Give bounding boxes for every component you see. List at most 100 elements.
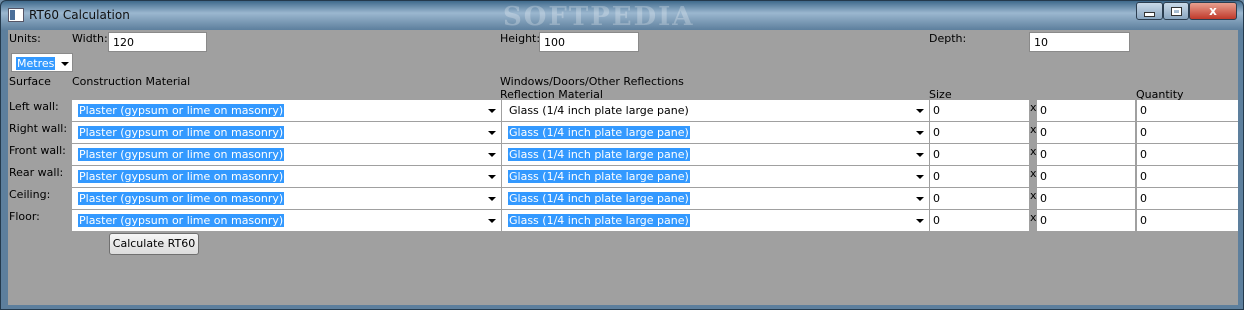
reflection-material-value: Glass (1/4 inch plate large pane) — [508, 126, 690, 139]
surface-label: Left wall: — [9, 100, 59, 113]
reflection-material-value: Glass (1/4 inch plate large pane) — [509, 104, 689, 117]
size-height-input[interactable]: 0 — [1037, 188, 1135, 209]
construction-material-select[interactable]: Plaster (gypsum or lime on masonry) — [72, 166, 501, 187]
height-label: Height: — [500, 32, 541, 45]
quantity-input[interactable]: 0 — [1137, 166, 1238, 187]
construction-material-select[interactable]: Plaster (gypsum or lime on masonry) — [72, 100, 501, 121]
reflection-material-select[interactable]: Glass (1/4 inch plate large pane) — [502, 188, 929, 209]
chevron-down-icon — [916, 219, 924, 223]
size-width-value: 0 — [933, 214, 940, 227]
surface-label: Floor: — [9, 210, 40, 223]
close-button[interactable]: x — [1189, 2, 1237, 20]
app-icon — [8, 8, 24, 22]
times-symbol: x — [1030, 145, 1037, 158]
maximize-icon — [1170, 6, 1182, 16]
chevron-down-icon — [61, 62, 69, 66]
quantity-input[interactable]: 0 — [1137, 100, 1238, 121]
reflection-material-select[interactable]: Glass (1/4 inch plate large pane) — [502, 122, 929, 143]
chevron-down-icon — [488, 197, 496, 201]
chevron-down-icon — [916, 109, 924, 113]
windows-header: Windows/Doors/Other Reflections — [500, 75, 684, 88]
reflection-material-select[interactable]: Glass (1/4 inch plate large pane) — [502, 144, 929, 165]
size-width-input[interactable]: 0 — [930, 100, 1029, 121]
construction-material-value: Plaster (gypsum or lime on masonry) — [78, 126, 285, 139]
size-height-input[interactable]: 0 — [1037, 122, 1135, 143]
quantity-value: 0 — [1140, 170, 1147, 183]
calculate-button[interactable]: Calculate RT60 — [109, 233, 199, 255]
times-symbol: x — [1030, 189, 1037, 202]
size-height-value: 0 — [1040, 170, 1047, 183]
quantity-value: 0 — [1140, 104, 1147, 117]
size-height-value: 0 — [1040, 192, 1047, 205]
construction-material-value: Plaster (gypsum or lime on masonry) — [78, 148, 285, 161]
quantity-value: 0 — [1140, 214, 1147, 227]
size-height-value: 0 — [1040, 148, 1047, 161]
chevron-down-icon — [916, 175, 924, 179]
width-label: Width: — [72, 32, 108, 45]
depth-input[interactable]: 10 — [1029, 32, 1130, 52]
size-width-value: 0 — [933, 170, 940, 183]
size-height-value: 0 — [1040, 126, 1047, 139]
quantity-input[interactable]: 0 — [1137, 210, 1238, 231]
chevron-down-icon — [916, 153, 924, 157]
times-symbol: x — [1030, 123, 1037, 136]
surface-header: Surface — [9, 75, 51, 88]
quantity-input[interactable]: 0 — [1137, 188, 1238, 209]
construction-material-select[interactable]: Plaster (gypsum or lime on masonry) — [72, 122, 501, 143]
quantity-value: 0 — [1140, 148, 1147, 161]
close-icon: x — [1209, 4, 1217, 18]
quantity-input[interactable]: 0 — [1137, 144, 1238, 165]
width-input[interactable]: 120 — [108, 32, 207, 52]
size-height-input[interactable]: 0 — [1037, 144, 1135, 165]
reflection-material-value: Glass (1/4 inch plate large pane) — [508, 192, 690, 205]
surface-label: Ceiling: — [9, 188, 51, 201]
chevron-down-icon — [916, 197, 924, 201]
units-select[interactable]: Metres — [11, 53, 73, 72]
minimize-icon — [1144, 11, 1155, 17]
size-width-input[interactable]: 0 — [930, 166, 1029, 187]
minimize-button[interactable] — [1136, 2, 1163, 20]
surface-label: Rear wall: — [9, 166, 64, 179]
size-height-input[interactable]: 0 — [1037, 210, 1135, 231]
reflection-material-select[interactable]: Glass (1/4 inch plate large pane) — [502, 166, 929, 187]
surface-label: Right wall: — [9, 122, 68, 135]
size-width-input[interactable]: 0 — [930, 144, 1029, 165]
chevron-down-icon — [488, 175, 496, 179]
title-bar[interactable]: RT60 Calculation SOFTPEDIA x — [1, 1, 1243, 32]
construction-material-value: Plaster (gypsum or lime on masonry) — [78, 170, 285, 183]
construction-material-value: Plaster (gypsum or lime on masonry) — [78, 214, 285, 227]
size-width-value: 0 — [933, 104, 940, 117]
form-area: Units: Width: 120 Height: 100 Depth: 10 … — [8, 30, 1238, 305]
size-width-input[interactable]: 0 — [930, 122, 1029, 143]
size-width-input[interactable]: 0 — [930, 210, 1029, 231]
chevron-down-icon — [488, 109, 496, 113]
reflection-material-select[interactable]: Glass (1/4 inch plate large pane) — [502, 100, 929, 121]
depth-label: Depth: — [929, 32, 967, 45]
size-width-value: 0 — [933, 148, 940, 161]
size-height-input[interactable]: 0 — [1037, 166, 1135, 187]
size-width-value: 0 — [933, 192, 940, 205]
construction-material-value: Plaster (gypsum or lime on masonry) — [78, 192, 285, 205]
reflection-material-value: Glass (1/4 inch plate large pane) — [508, 170, 690, 183]
reflection-material-select[interactable]: Glass (1/4 inch plate large pane) — [502, 210, 929, 231]
height-input[interactable]: 100 — [539, 32, 639, 52]
units-label: Units: — [9, 32, 41, 45]
size-height-input[interactable]: 0 — [1037, 100, 1135, 121]
quantity-input[interactable]: 0 — [1137, 122, 1238, 143]
size-width-value: 0 — [933, 126, 940, 139]
maximize-button[interactable] — [1163, 2, 1189, 20]
watermark: SOFTPEDIA — [503, 2, 695, 32]
chevron-down-icon — [488, 153, 496, 157]
surface-label: Front wall: — [9, 144, 66, 157]
quantity-value: 0 — [1140, 192, 1147, 205]
construction-material-select[interactable]: Plaster (gypsum or lime on masonry) — [72, 210, 501, 231]
chevron-down-icon — [916, 131, 924, 135]
reflection-material-value: Glass (1/4 inch plate large pane) — [508, 214, 690, 227]
construction-material-select[interactable]: Plaster (gypsum or lime on masonry) — [72, 188, 501, 209]
times-symbol: x — [1030, 101, 1037, 114]
size-width-input[interactable]: 0 — [930, 188, 1029, 209]
construction-material-select[interactable]: Plaster (gypsum or lime on masonry) — [72, 144, 501, 165]
reflection-material-value: Glass (1/4 inch plate large pane) — [508, 148, 690, 161]
units-value: Metres — [16, 57, 56, 70]
times-symbol: x — [1030, 167, 1037, 180]
